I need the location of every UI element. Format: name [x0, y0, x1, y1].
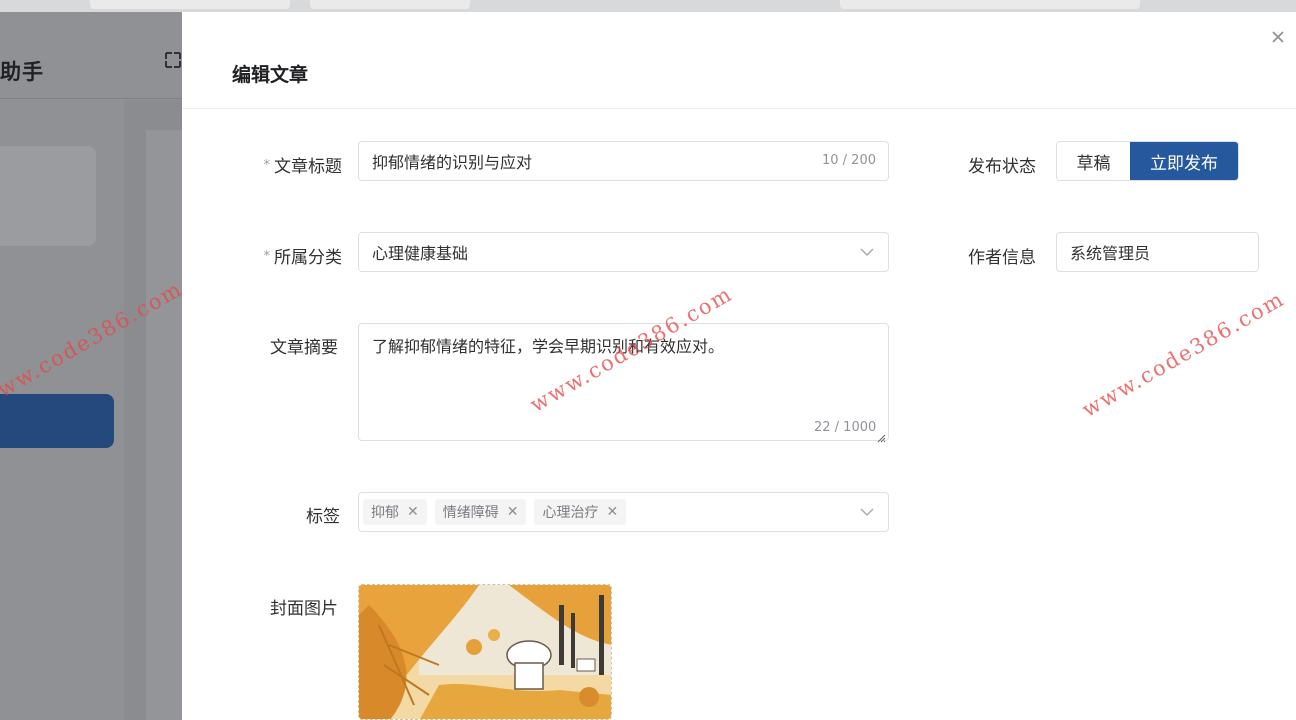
- title-label: * 文章标题: [263, 157, 343, 177]
- tag-close-icon[interactable]: ✕: [606, 504, 618, 520]
- category-select-value: 心理健康基础: [372, 244, 469, 263]
- publish-status-toggle: 草稿 立即发布: [1056, 141, 1239, 181]
- background-header-divider: [0, 98, 182, 99]
- tag-item: 心理治疗 ✕: [534, 499, 627, 525]
- required-mark: *: [263, 158, 271, 173]
- summary-label: 文章摘要: [270, 338, 338, 358]
- cover-image[interactable]: [358, 584, 612, 720]
- chevron-down-icon[interactable]: [857, 242, 877, 262]
- tag-close-icon[interactable]: ✕: [507, 504, 519, 520]
- summary-textarea[interactable]: 了解抑郁情绪的特征，学会早期识别和有效应对。: [358, 323, 889, 441]
- tag-item: 抑郁 ✕: [363, 499, 427, 525]
- chevron-down-icon[interactable]: [857, 502, 877, 522]
- summary-char-counter: 22 / 1000: [814, 420, 877, 435]
- author-label: 作者信息: [968, 248, 1036, 268]
- tags-label: 标签: [306, 507, 340, 527]
- title-input-value: 抑郁情绪的识别与应对: [372, 153, 533, 172]
- title-input[interactable]: 抑郁情绪的识别与应对: [358, 141, 889, 181]
- title-char-counter: 10 / 200: [822, 153, 876, 168]
- edit-article-drawer: 编辑文章 * 文章标题 抑郁情绪的识别与应对 10 / 200 发布状态 草稿 立…: [182, 12, 1296, 720]
- category-label: * 所属分类: [263, 248, 343, 268]
- drawer-header-divider: [182, 108, 1296, 109]
- resize-handle-icon[interactable]: [876, 428, 886, 443]
- background-active-menu-item[interactable]: [0, 394, 114, 448]
- publish-status-label: 发布状态: [968, 157, 1036, 177]
- required-mark: *: [263, 249, 271, 264]
- close-icon[interactable]: [1268, 28, 1288, 48]
- category-select[interactable]: 心理健康基础: [358, 232, 889, 272]
- browser-top-strip: [0, 0, 1296, 12]
- tag-item: 情绪障碍 ✕: [434, 499, 527, 525]
- tag-close-icon[interactable]: ✕: [407, 504, 419, 520]
- cover-label: 封面图片: [270, 599, 338, 619]
- author-input-value: 系统管理员: [1070, 244, 1151, 263]
- background-main-content: [124, 100, 182, 720]
- app-brand-title: 助手: [0, 60, 44, 84]
- author-input[interactable]: 系统管理员: [1056, 232, 1259, 272]
- summary-textarea-value: 了解抑郁情绪的特征，学会早期识别和有效应对。: [372, 337, 725, 356]
- tags-select[interactable]: 抑郁 ✕ 情绪障碍 ✕ 心理治疗 ✕: [358, 492, 889, 532]
- publish-now-button[interactable]: 立即发布: [1130, 142, 1238, 180]
- drawer-title: 编辑文章: [232, 64, 309, 86]
- expand-icon[interactable]: [164, 49, 182, 71]
- draft-button[interactable]: 草稿: [1057, 142, 1130, 180]
- background-card: [0, 146, 96, 246]
